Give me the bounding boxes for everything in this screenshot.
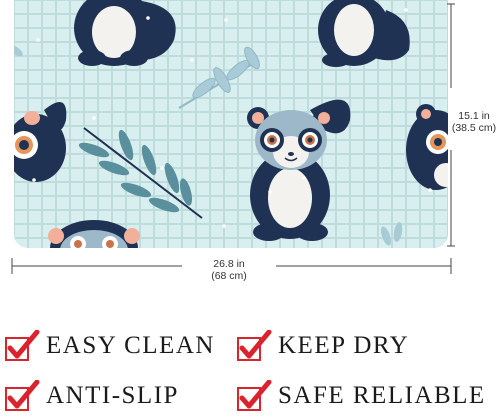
feature-label: ANTI-SLIP — [46, 382, 179, 409]
width-centimeters: (68 cm) — [211, 270, 247, 282]
feature-label: SAFE RELIABLE — [278, 382, 486, 409]
feature-anti-slip: ANTI-SLIP — [4, 380, 179, 412]
lemur-pattern — [14, 0, 448, 248]
width-label: 26.8 in (68 cm) — [182, 258, 276, 282]
red-checkmark-icon — [237, 380, 272, 411]
width-inches: 26.8 in — [213, 258, 245, 270]
height-inches: 15.1 in — [458, 110, 490, 122]
feature-safe-reliable: SAFE RELIABLE — [236, 380, 486, 412]
red-checkmark-icon — [5, 380, 40, 411]
height-centimeters: (38.5 cm) — [451, 122, 497, 134]
feature-easy-clean: EASY CLEAN — [4, 330, 215, 362]
feature-label: KEEP DRY — [278, 332, 410, 359]
feature-keep-dry: KEEP DRY — [236, 330, 409, 362]
red-checkmark-icon — [237, 330, 272, 361]
red-checkmark-icon — [5, 330, 40, 361]
feature-label: EASY CLEAN — [46, 332, 215, 359]
bath-mat-illustration — [14, 0, 448, 248]
height-label: 15.1 in (38.5 cm) — [447, 110, 500, 134]
